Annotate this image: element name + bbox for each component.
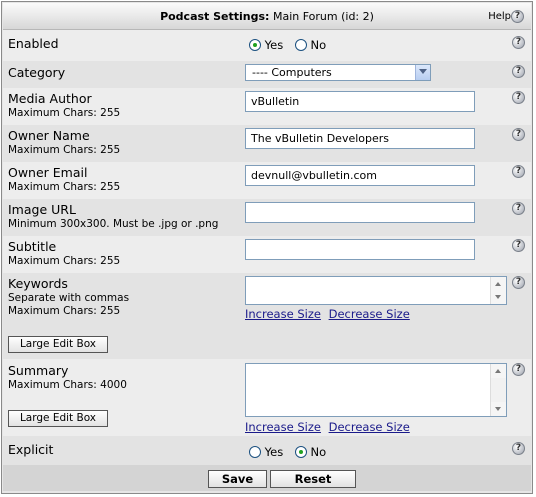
help-label[interactable]: Help — [488, 11, 511, 22]
category-help-icon[interactable]: ? — [512, 65, 525, 78]
help-icon[interactable]: ? — [511, 10, 524, 23]
media-author-help-icon[interactable]: ? — [512, 91, 525, 104]
owner-name-help-icon[interactable]: ? — [512, 128, 525, 141]
reset-button[interactable]: Reset — [270, 470, 356, 488]
summary-increase-size-link[interactable]: Increase Size — [245, 420, 321, 434]
keywords-size-links: Increase Size Decrease Size — [245, 307, 414, 321]
category-row: Category ---- Computers ? — [3, 61, 531, 88]
subtitle-input[interactable] — [245, 239, 475, 260]
explicit-row: Explicit Yes No ? — [3, 436, 531, 465]
enabled-row: Enabled Yes No ? — [3, 30, 531, 61]
keywords-hint-max: Maximum Chars: 255 — [8, 305, 121, 317]
image-url-hint: Minimum 300x300. Must be .jpg or .png — [8, 218, 219, 230]
subtitle-row: Subtitle Maximum Chars: 255 ? — [3, 236, 531, 273]
owner-email-hint: Maximum Chars: 255 — [8, 181, 121, 193]
category-select[interactable]: ---- Computers — [245, 64, 431, 81]
enabled-no-radio[interactable] — [294, 39, 307, 51]
owner-email-label: Owner Email — [8, 165, 88, 180]
chevron-down-icon[interactable] — [415, 65, 430, 80]
summary-label: Summary — [8, 363, 69, 378]
scroll-up-icon[interactable] — [491, 277, 506, 291]
summary-row: Summary Maximum Chars: 4000 Increase Siz… — [3, 359, 531, 436]
summary-textarea[interactable] — [245, 363, 507, 417]
owner-email-row: Owner Email Maximum Chars: 255 devnull@v… — [3, 162, 531, 199]
category-label: Category — [8, 65, 66, 80]
keywords-decrease-size-link[interactable]: Decrease Size — [329, 307, 410, 321]
summary-size-links: Increase Size Decrease Size — [245, 420, 414, 434]
panel-title: Podcast Settings: Main Forum (id: 2) — [160, 10, 374, 23]
summary-hint: Maximum Chars: 4000 — [8, 379, 127, 391]
keywords-increase-size-link[interactable]: Increase Size — [245, 307, 321, 321]
keywords-scrollbar[interactable] — [490, 277, 506, 304]
enabled-help-icon[interactable]: ? — [512, 36, 525, 49]
keywords-row: Keywords Separate with commas Maximum Ch… — [3, 273, 531, 359]
owner-name-label: Owner Name — [8, 128, 90, 143]
save-button[interactable]: Save — [208, 470, 267, 488]
keywords-help-icon[interactable]: ? — [512, 276, 525, 289]
summary-decrease-size-link[interactable]: Decrease Size — [329, 420, 410, 434]
subtitle-label: Subtitle — [8, 239, 57, 254]
owner-email-help-icon[interactable]: ? — [512, 165, 525, 178]
media-author-input[interactable]: vBulletin — [245, 91, 475, 112]
owner-name-hint: Maximum Chars: 255 — [8, 144, 121, 156]
media-author-hint: Maximum Chars: 255 — [8, 107, 121, 119]
enabled-yes-radio[interactable] — [249, 39, 261, 51]
owner-name-input[interactable]: The vBulletin Developers — [245, 128, 475, 149]
form-footer: Save Reset — [3, 465, 531, 491]
scroll-down-icon[interactable] — [491, 290, 506, 304]
subtitle-help-icon[interactable]: ? — [512, 239, 525, 252]
keywords-label: Keywords — [8, 276, 68, 291]
enabled-radio-group: Yes No — [249, 38, 334, 52]
keywords-textarea[interactable] — [245, 276, 507, 305]
scroll-up-icon[interactable] — [491, 364, 506, 378]
image-url-row: Image URL Minimum 300x300. Must be .jpg … — [3, 199, 531, 236]
panel-header: Podcast Settings: Main Forum (id: 2) Hel… — [3, 3, 531, 30]
owner-email-input[interactable]: devnull@vbulletin.com — [245, 165, 475, 186]
summary-large-edit-button[interactable]: Large Edit Box — [8, 410, 108, 427]
explicit-yes-radio[interactable] — [249, 446, 261, 458]
summary-help-icon[interactable]: ? — [512, 363, 525, 376]
media-author-row: Media Author Maximum Chars: 255 vBulleti… — [3, 88, 531, 125]
image-url-help-icon[interactable]: ? — [512, 202, 525, 215]
explicit-radio-group: Yes No — [249, 445, 334, 459]
explicit-no-radio[interactable] — [294, 446, 307, 458]
summary-scrollbar[interactable] — [490, 364, 506, 416]
media-author-label: Media Author — [8, 91, 92, 106]
owner-name-row: Owner Name Maximum Chars: 255 The vBulle… — [3, 125, 531, 162]
enabled-label: Enabled — [8, 36, 59, 51]
keywords-large-edit-button[interactable]: Large Edit Box — [8, 336, 108, 353]
explicit-label: Explicit — [8, 442, 54, 457]
scroll-down-icon[interactable] — [491, 402, 506, 416]
subtitle-hint: Maximum Chars: 255 — [8, 255, 121, 267]
keywords-hint-separator: Separate with commas — [8, 292, 130, 304]
image-url-label: Image URL — [8, 202, 76, 217]
image-url-input[interactable] — [245, 202, 475, 223]
explicit-help-icon[interactable]: ? — [512, 442, 525, 455]
